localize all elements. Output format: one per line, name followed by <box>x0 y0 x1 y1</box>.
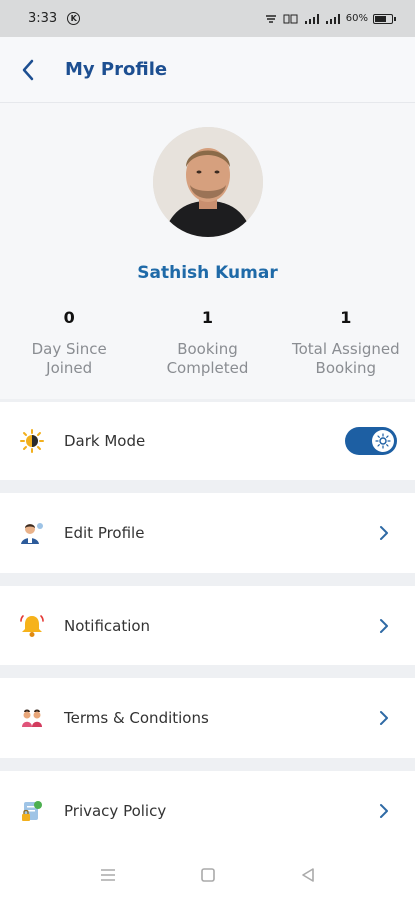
chevron-right-icon <box>379 801 393 821</box>
stat-total-assigned: 1 Total Assigned Booking <box>277 308 415 378</box>
stat-label-line2: Joined <box>46 359 93 377</box>
bell-icon <box>18 612 46 640</box>
stat-days-joined: 0 Day Since Joined <box>0 308 138 378</box>
notification-status-icon: K <box>67 12 81 25</box>
status-time: 3:33 <box>28 11 58 26</box>
menu-item-label: Privacy Policy <box>64 801 167 820</box>
menu-item-privacy-policy[interactable]: Privacy Policy <box>0 771 415 850</box>
menu-item-label: Notification <box>64 616 151 635</box>
user-name: Sathish Kumar <box>137 263 278 283</box>
battery-icon <box>373 13 396 24</box>
status-bar: 3:33 K 60% <box>0 0 415 37</box>
battery-percent: 60% <box>345 13 368 24</box>
app-header: My Profile <box>0 37 415 103</box>
menu-item-label: Edit Profile <box>64 524 145 542</box>
stat-value: 1 <box>201 308 214 327</box>
back-nav-button[interactable] <box>298 865 318 885</box>
profile-section: Sathish Kumar 0 Day Since Joined 1 Booki… <box>0 103 415 399</box>
signal-2-icon <box>325 13 340 24</box>
document-user-icon <box>18 704 46 732</box>
home-icon <box>200 868 215 882</box>
menu-icon <box>100 869 115 881</box>
sun-moon-icon <box>18 427 46 455</box>
menu-nav-button[interactable] <box>98 865 118 885</box>
back-triangle-icon <box>301 868 314 882</box>
stats-row: 0 Day Since Joined 1 Booking Completed 1… <box>0 308 415 378</box>
avatar[interactable] <box>153 127 263 237</box>
menu-item-notification[interactable]: Notification <box>0 586 415 665</box>
page-title: My Profile <box>65 59 168 80</box>
stat-value: 1 <box>340 308 352 327</box>
signal-icon <box>304 13 319 24</box>
avatar-image <box>153 127 263 237</box>
menu-item-label: Terms & Conditions <box>64 709 209 727</box>
chevron-right-icon <box>379 523 393 543</box>
dark-mode-row: Dark Mode <box>0 402 415 480</box>
stat-value: 0 <box>63 308 75 327</box>
stat-label-line2: Booking <box>315 359 377 377</box>
menu-item-terms[interactable]: Terms & Conditions <box>0 678 415 758</box>
system-nav-bar <box>0 850 415 900</box>
back-button[interactable] <box>0 37 55 103</box>
stat-bookings-completed: 1 Booking Completed <box>138 308 276 378</box>
stat-label-line1: Total Assigned <box>292 340 400 358</box>
chevron-right-icon <box>379 708 393 728</box>
home-nav-button[interactable] <box>198 865 218 885</box>
stat-label-line1: Booking <box>177 340 238 358</box>
wifi-call-icon <box>265 14 276 23</box>
volte-icon <box>283 14 298 23</box>
privacy-icon <box>18 797 46 825</box>
menu-item-edit-profile[interactable]: Edit Profile <box>0 493 415 573</box>
sun-icon <box>372 430 394 452</box>
dark-mode-label: Dark Mode <box>64 432 146 450</box>
dark-mode-toggle[interactable] <box>345 427 397 455</box>
stat-label-line1: Day Since <box>31 340 107 358</box>
edit-user-icon <box>18 519 46 547</box>
stat-label-line2: Completed <box>166 359 249 377</box>
chevron-left-icon <box>22 59 33 80</box>
chevron-right-icon <box>379 616 393 636</box>
